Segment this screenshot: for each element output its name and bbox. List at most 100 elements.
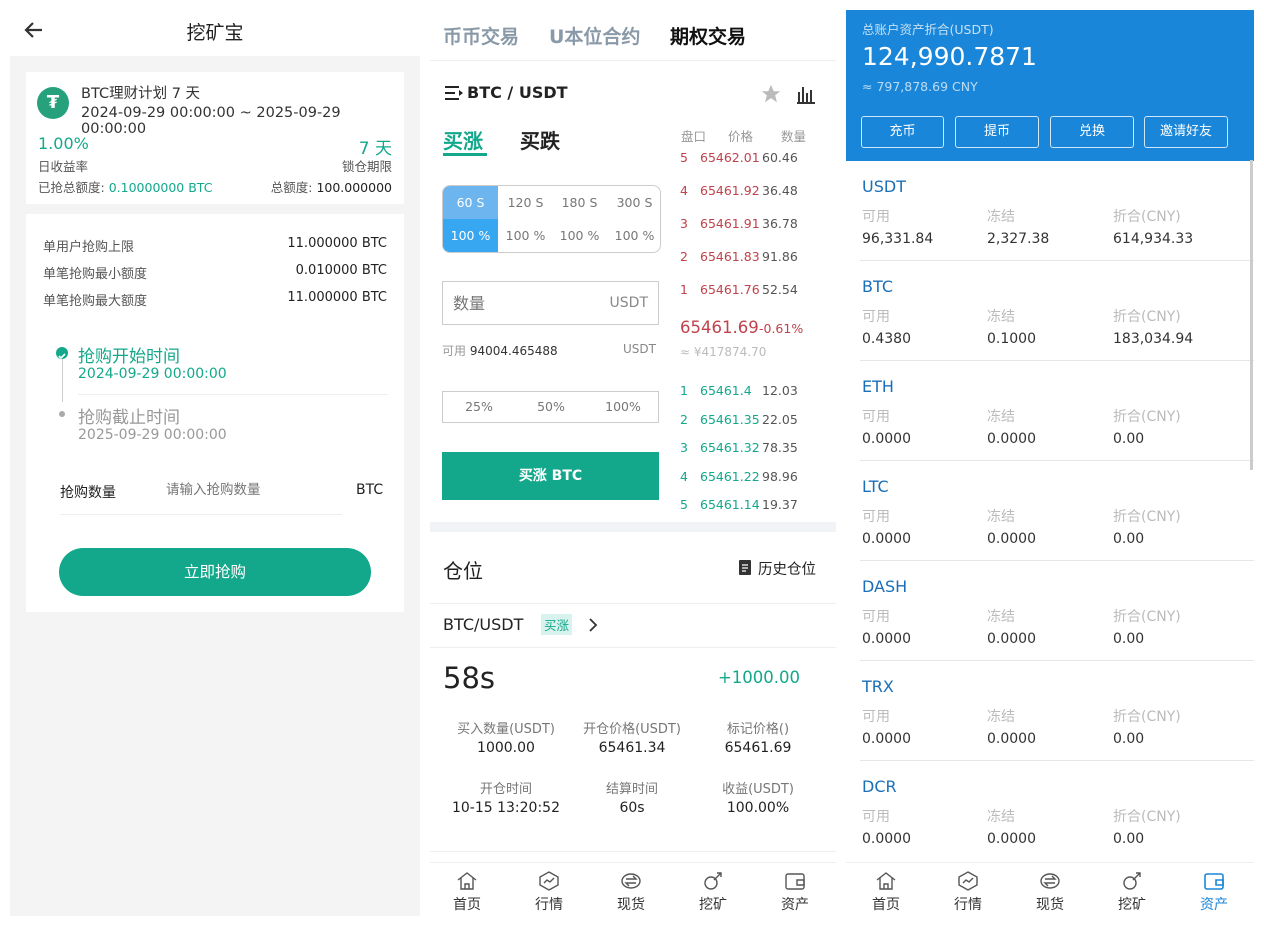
buy-down-tab[interactable]: 买跌 bbox=[520, 125, 560, 154]
asset-row-usdt[interactable]: USDT 可用 冻结 折合(CNY) 96,331.84 2,327.38 61… bbox=[860, 161, 1254, 261]
quantity-input[interactable] bbox=[453, 290, 593, 316]
deposit-button[interactable]: 充币 bbox=[861, 116, 944, 148]
buy-up-tab[interactable]: 买涨 bbox=[443, 125, 483, 154]
mining-body: ₮ BTC理财计划 7 天 2024-09-29 00:00:00 ~ 2025… bbox=[10, 56, 420, 916]
nav-label: 现货 bbox=[617, 897, 645, 913]
tab-usdt-futures[interactable]: U本位合约 bbox=[549, 22, 640, 49]
cny-value: 614,934.33 bbox=[1113, 231, 1194, 247]
asset-row-btc[interactable]: BTC 可用 冻结 折合(CNY) 0.4380 0.1000 183,034.… bbox=[860, 261, 1254, 361]
ask-qty: 60.46 bbox=[762, 150, 798, 165]
amount-input[interactable] bbox=[166, 476, 346, 504]
available-value: 0.0000 bbox=[862, 831, 911, 847]
percent-option[interactable]: 100% bbox=[587, 399, 659, 414]
tab-spot[interactable]: 币币交易 bbox=[443, 22, 519, 49]
nav-mining[interactable]: 挖矿 bbox=[1102, 871, 1162, 914]
rate-option[interactable]: 100 % bbox=[498, 228, 553, 243]
frozen-label: 冻结 bbox=[987, 709, 1015, 725]
available-value: 96,331.84 bbox=[862, 231, 934, 247]
amount-unit: BTC bbox=[356, 482, 384, 498]
asset-row-trx[interactable]: TRX 可用 冻结 折合(CNY) 0.0000 0.0000 0.00 bbox=[860, 661, 1254, 761]
star-icon[interactable] bbox=[760, 83, 782, 105]
nav-assets[interactable]: 资产 bbox=[765, 871, 825, 914]
cny-label: 折合(CNY) bbox=[1113, 609, 1181, 625]
frozen-value: 0.1000 bbox=[987, 331, 1036, 347]
exchange-icon bbox=[621, 873, 641, 889]
pair-title[interactable]: BTC / USDT bbox=[467, 83, 568, 102]
total-label: 总额度: bbox=[270, 180, 313, 195]
percent-option[interactable]: 50% bbox=[515, 399, 587, 414]
duration-option[interactable]: 120 S bbox=[498, 195, 553, 210]
asset-row-ltc[interactable]: LTC 可用 冻结 折合(CNY) 0.0000 0.0000 0.00 bbox=[860, 461, 1254, 561]
frozen-value: 0.0000 bbox=[987, 731, 1036, 747]
percent-option[interactable]: 25% bbox=[443, 399, 515, 414]
bid-qty: 12.03 bbox=[762, 383, 798, 398]
nav-home[interactable]: 首页 bbox=[856, 871, 916, 914]
cny-label: 折合(CNY) bbox=[1113, 509, 1181, 525]
sold-label: 已抢总额度: bbox=[38, 180, 105, 195]
duration-option[interactable]: 60 S bbox=[443, 195, 498, 210]
asset-row-eth[interactable]: ETH 可用 冻结 折合(CNY) 0.0000 0.0000 0.00 bbox=[860, 361, 1254, 461]
withdraw-button[interactable]: 提币 bbox=[955, 116, 1039, 148]
bid-qty: 98.96 bbox=[762, 469, 798, 484]
available-value: 0.0000 bbox=[862, 631, 911, 647]
chevron-right-icon[interactable] bbox=[588, 617, 598, 633]
pending-dot-icon bbox=[59, 411, 65, 417]
nav-label: 资产 bbox=[1200, 897, 1228, 913]
history-position-link[interactable]: 历史仓位 bbox=[758, 558, 816, 579]
invite-friends-button[interactable]: 邀请好友 bbox=[1144, 116, 1228, 148]
rate-option[interactable]: 100 % bbox=[607, 228, 660, 243]
asset-name: BTC bbox=[862, 277, 893, 296]
lock-period-label: 锁仓期限 bbox=[341, 159, 392, 174]
bid-index: 2 bbox=[680, 412, 688, 427]
asset-name: TRX bbox=[862, 677, 894, 696]
nav-spot[interactable]: 现货 bbox=[601, 871, 661, 914]
page-title: 挖矿宝 bbox=[186, 22, 244, 44]
rate-option[interactable]: 100 % bbox=[443, 228, 498, 243]
nav-assets-active[interactable]: 资产 bbox=[1184, 871, 1244, 914]
tab-options[interactable]: 期权交易 bbox=[670, 22, 746, 49]
position-title: 仓位 bbox=[443, 559, 483, 583]
home-icon bbox=[876, 872, 896, 890]
duration-option[interactable]: 180 S bbox=[552, 195, 607, 210]
asset-row-dash[interactable]: DASH 可用 冻结 折合(CNY) 0.0000 0.0000 0.00 bbox=[860, 561, 1254, 661]
bid-index: 4 bbox=[680, 469, 688, 484]
pos-field-label: 标记价格() bbox=[726, 722, 790, 737]
cny-value: 0.00 bbox=[1113, 831, 1145, 847]
limit-value: 0.010000 BTC bbox=[295, 263, 387, 278]
quantity-field[interactable]: USDT bbox=[442, 281, 659, 325]
duration-option[interactable]: 300 S bbox=[607, 195, 660, 210]
limit-label: 单笔抢购最大额度 bbox=[43, 294, 148, 309]
nav-spot[interactable]: 现货 bbox=[1020, 871, 1080, 914]
pos-field-value: 100.00% bbox=[726, 800, 790, 816]
frozen-value: 0.0000 bbox=[987, 531, 1036, 547]
available-balance: 可用 94004.465488 bbox=[442, 342, 558, 359]
document-icon[interactable] bbox=[739, 560, 751, 575]
limit-row: 单笔抢购最小额度 0.010000 BTC bbox=[43, 263, 387, 282]
position-pair[interactable]: BTC/USDT bbox=[443, 615, 523, 634]
timeline-divider bbox=[78, 394, 388, 395]
asset-name: LTC bbox=[862, 477, 889, 496]
bid-price: 65461.14 bbox=[700, 497, 760, 512]
asset-row-dcr[interactable]: DCR 可用 冻结 折合(CNY) 0.0000 0.0000 0.00 bbox=[860, 761, 1254, 861]
daily-rate-label: 日收益率 bbox=[38, 159, 89, 174]
total-amount: 总额度: 100.000000 bbox=[271, 177, 392, 196]
cny-label: 折合(CNY) bbox=[1113, 809, 1181, 825]
chart-bars-icon[interactable] bbox=[796, 84, 816, 104]
ask-qty: 36.48 bbox=[762, 183, 798, 198]
cny-label: 折合(CNY) bbox=[1113, 209, 1181, 225]
nav-mining[interactable]: 挖矿 bbox=[683, 871, 743, 914]
ob-header-price: 价格 bbox=[728, 129, 754, 144]
bid-index: 3 bbox=[680, 440, 688, 455]
buy-now-button[interactable]: 立即抢购 bbox=[59, 548, 371, 596]
ob-header-side: 盘口 bbox=[681, 129, 707, 144]
menu-list-icon[interactable] bbox=[444, 84, 464, 102]
nav-home[interactable]: 首页 bbox=[437, 871, 497, 914]
exchange-button[interactable]: 兑换 bbox=[1050, 116, 1134, 148]
nav-market[interactable]: 行情 bbox=[938, 871, 998, 914]
ask-price: 65461.83 bbox=[700, 249, 760, 264]
rate-option[interactable]: 100 % bbox=[552, 228, 607, 243]
nav-market[interactable]: 行情 bbox=[519, 871, 579, 914]
scrollbar[interactable] bbox=[1250, 160, 1253, 470]
submit-buy-up-button[interactable]: 买涨 BTC bbox=[442, 452, 659, 500]
nav-label: 行情 bbox=[954, 897, 982, 913]
